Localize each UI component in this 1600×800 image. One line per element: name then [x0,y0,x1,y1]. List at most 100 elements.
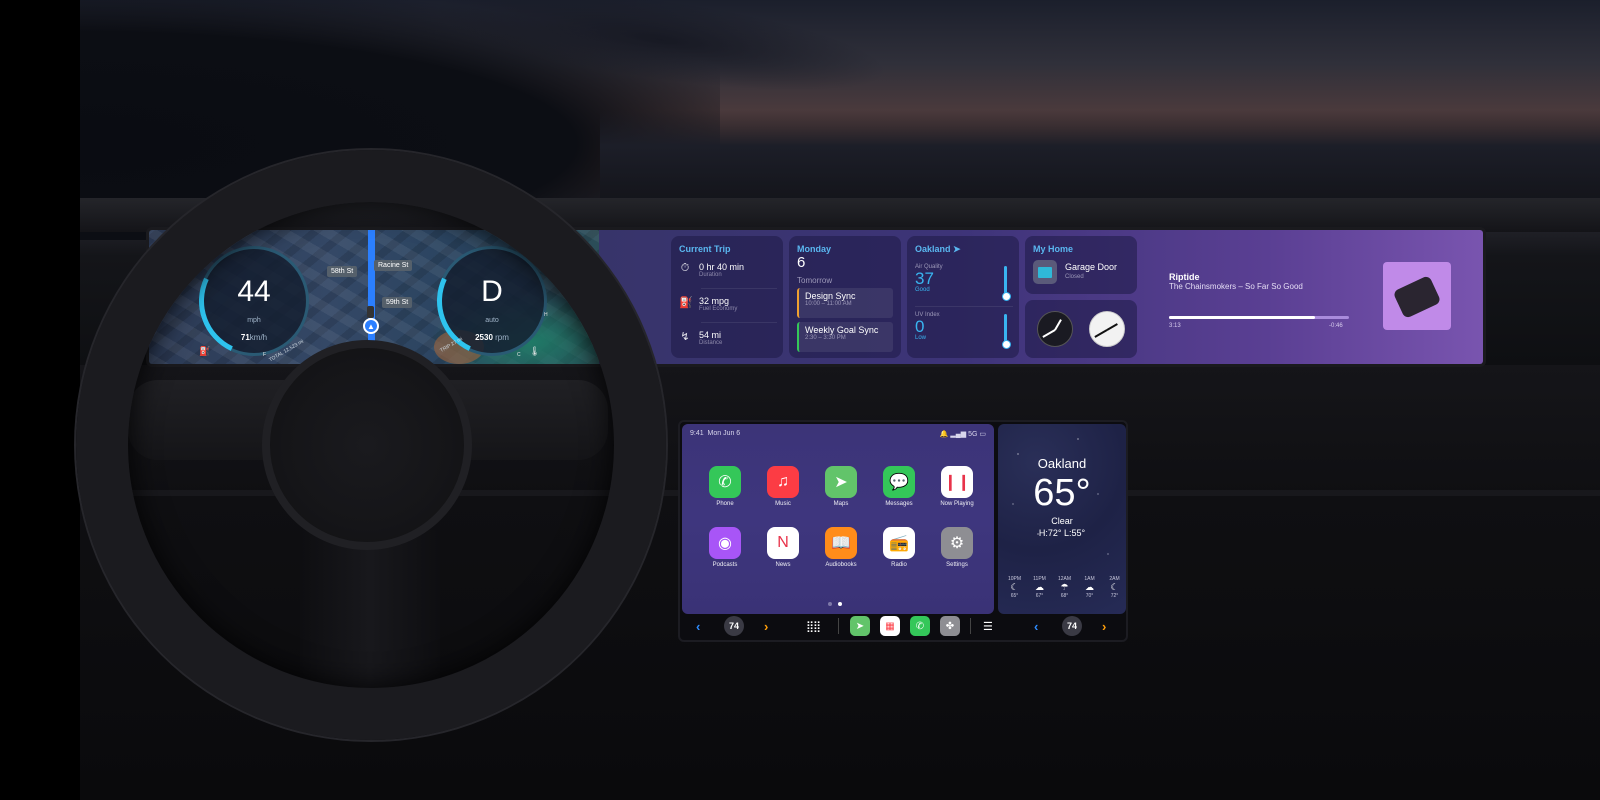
app-label: Podcasts [712,562,738,568]
divider [970,618,971,634]
album-art[interactable] [1383,262,1451,330]
widget-strip: Current Trip ⏱ 0 hr 40 min Duration ⛽ 32 … [599,230,1483,364]
hour-temp: 65° [1010,593,1019,599]
calendar-widget[interactable]: Monday 6 Tomorrow Design Sync 10:00 – 11… [789,236,901,358]
calendar-event[interactable]: Design Sync 10:00 – 11:00 AM [797,288,893,318]
controls-toggle-icon[interactable]: ☰ [983,620,993,633]
app-settings[interactable]: ⚙ Settings [928,527,986,568]
trip-value: 0 hr 40 min [699,262,745,272]
event-time: 2:30 – 3:30 PM [805,335,846,341]
page-dot[interactable] [828,602,832,606]
dock-phone-icon[interactable]: ✆ [910,616,930,636]
remaining-time: -0:46 [1329,323,1343,329]
trip-label: Duration [699,272,722,278]
left-frame [0,0,80,800]
trip-value: 54 mi [699,330,722,340]
page-indicator[interactable] [828,602,842,606]
dock-radio-icon[interactable]: ▦ [880,616,900,636]
trip-label: Distance [699,340,723,346]
maps-icon: ➤ [825,466,857,498]
distant-hills [600,110,1600,200]
hourly-forecast: 10PM ☾ 65° 11PM ☁ 67° 12AM ☂ 68° 1AM ☁ 70° 2AM ☾ 72° [1004,576,1126,599]
carplay-screen: 9:41 Mon Jun 6 🔔 ▂▄▆ 5G ▭ ✆ Phone ♫ Music ➤ M… [678,420,1128,642]
air-quality-widget[interactable]: Oakland ➤ Air Quality 37 Good UV Index 0… [907,236,1019,358]
climate-right-down-button[interactable]: ‹ [1034,619,1038,634]
climate-left-temp[interactable]: 74 [724,616,744,636]
location-arrow-icon: ➤ [953,244,961,254]
uv-value: 0 [915,317,925,336]
now-playing-icon: ❙❙ [941,466,973,498]
world-clock-widget[interactable] [1025,300,1137,358]
uv-desc: Low [915,335,927,341]
app-news[interactable]: N News [754,527,812,568]
weather-panel[interactable]: Oakland 65° Clear H:72° L:55° 10PM ☾ 65° 11… [998,424,1126,614]
device-state: Closed [1065,274,1084,280]
messages-icon: 💬 [883,466,915,498]
now-playing[interactable]: Riptide The Chainsmokers – So Far So Goo… [1169,272,1303,291]
uv-meter [1002,314,1011,349]
hour-temp: 70° [1085,593,1094,599]
uv-block: UV Index 0 Low [915,312,940,341]
divider [701,322,777,323]
app-label: Settings [946,562,968,568]
news-icon: N [767,527,799,559]
app-audiobooks[interactable]: 📖 Audiobooks [812,527,870,568]
divider [838,618,839,634]
app-label: Radio [891,562,907,568]
app-phone[interactable]: ✆ Phone [696,466,754,507]
app-radio[interactable]: 📻 Radio [870,527,928,568]
app-podcasts[interactable]: ◉ Podcasts [696,527,754,568]
divider [701,288,777,289]
app-label: Maps [833,501,849,507]
climate-left-down-button[interactable]: ‹ [696,619,700,634]
playback-progress[interactable] [1169,316,1349,319]
weather-condition: Clear [1051,516,1073,526]
garage-door-icon [1033,260,1057,284]
route-icon: ↯ [680,331,690,343]
song-title: Riptide [1169,272,1200,282]
calendar-event[interactable]: Weekly Goal Sync 2:30 – 3:30 PM [797,322,893,352]
page-dot-active[interactable] [838,602,842,606]
hour-temp: 72° [1110,593,1119,599]
app-music[interactable]: ♫ Music [754,466,812,507]
dock-audio-icon[interactable]: ✤ [940,616,960,636]
trip-label: Fuel Economy [699,306,738,312]
dock-maps-icon[interactable]: ➤ [850,616,870,636]
app-label: Audiobooks [825,562,857,568]
event-time: 10:00 – 11:00 AM [805,301,852,307]
divider [915,306,1013,307]
radio-icon: 📻 [883,527,915,559]
cloud-rain-icon: ☁ [1035,582,1044,592]
app-label: News [775,562,791,568]
clock-dark [1037,311,1073,347]
trip-distance-row: ↯ 54 mi Distance [679,330,722,346]
climate-right-temp[interactable]: 74 [1062,616,1082,636]
climate-right-up-button[interactable]: › [1102,619,1106,634]
app-label: Music [775,501,791,507]
stopwatch-icon: ⏱ [680,262,690,274]
hourly-item: 1AM ☁ 70° [1079,576,1100,599]
home-widget[interactable]: My Home Garage Door Closed [1025,236,1137,294]
hour-temp: 68° [1060,593,1069,599]
app-grid-button[interactable]: ⣿⣿ [806,620,821,633]
clock-light [1089,311,1125,347]
climate-left-up-button[interactable]: › [764,619,768,634]
air-quality-block: Air Quality 37 Good [915,264,943,293]
calendar-date: 6 [797,254,806,271]
app-label: Messages [885,501,913,507]
aq-meter [1002,266,1011,301]
current-trip-widget[interactable]: Current Trip ⏱ 0 hr 40 min Duration ⛽ 32 … [671,236,783,358]
app-label: Now Playing [940,501,974,507]
app-messages[interactable]: 💬 Messages [870,466,928,507]
trip-duration-row: ⏱ 0 hr 40 min Duration [679,262,744,278]
cloud-rain-icon: ☂ [1060,582,1069,592]
widget-city: Oakland ➤ [915,244,961,254]
phone-icon: ✆ [709,466,741,498]
carplay-dock: ‹ 74 › ⣿⣿ ➤ ▦ ✆ ✤ ☰ ‹ 74 › [680,612,1126,640]
hourly-item: 11PM ☁ 67° [1029,576,1050,599]
app-maps[interactable]: ➤ Maps [812,466,870,507]
app-now-playing[interactable]: ❙❙ Now Playing [928,466,986,507]
app-grid: ✆ Phone ♫ Music ➤ Maps 💬 Messages ❙❙ Now Playing ◉… [696,466,986,568]
weather-temp: 65° [1033,472,1091,514]
widget-title: Current Trip [679,244,731,254]
